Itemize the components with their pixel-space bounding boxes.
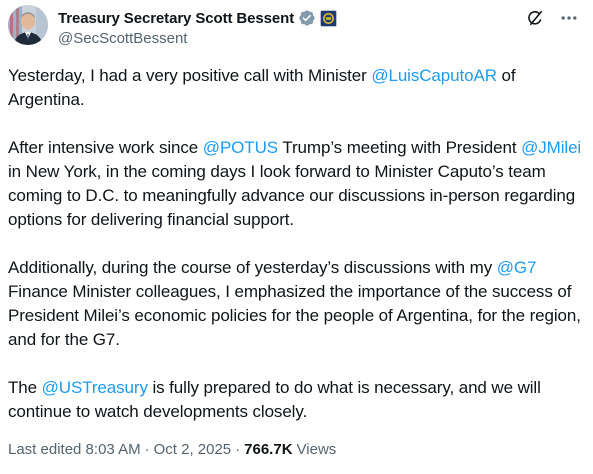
verified-badge-icon[interactable] <box>298 9 316 27</box>
grok-icon[interactable] <box>525 8 545 28</box>
tweet-metadata: Last edited 8:03 AM · Oct 2, 2025 · 766.… <box>8 441 336 458</box>
tweet-text-segment: After intensive work since <box>8 138 203 157</box>
author-name-row: Treasury Secretary Scott Bessent <box>58 8 338 28</box>
tweet-text-segment: Yesterday, I had a very positive call wi… <box>8 66 372 85</box>
views-count: 766.7K <box>244 441 293 458</box>
tweet-text-segment: The <box>8 378 42 397</box>
tweet-paragraph: After intensive work since @POTUS Trump’… <box>8 136 583 232</box>
tweet-paragraph: Additionally, during the course of yeste… <box>8 256 583 352</box>
tweet-text-segment: in New York, in the coming days I look f… <box>8 162 576 229</box>
meta-separator: · <box>235 441 241 458</box>
author-display-name[interactable]: Treasury Secretary Scott Bessent <box>58 10 294 27</box>
avatar-image <box>8 5 48 45</box>
avatar[interactable] <box>8 5 48 45</box>
edited-timestamp[interactable]: Last edited 8:03 AM <box>8 441 141 458</box>
more-options-icon[interactable] <box>559 8 579 28</box>
tweet-text-segment: Finance Minister colleagues, I emphasize… <box>8 282 581 349</box>
tweet-paragraph: Yesterday, I had a very positive call wi… <box>8 64 583 112</box>
meta-separator: · <box>144 441 150 458</box>
author-handle[interactable]: @SecScottBessent <box>58 30 187 47</box>
tweet-text-segment: Additionally, during the course of yeste… <box>8 258 497 277</box>
header-actions <box>525 8 579 28</box>
mention-link[interactable]: @G7 <box>497 258 537 277</box>
views-label: Views <box>296 441 337 458</box>
tweet-paragraph: The @USTreasury is fully prepared to do … <box>8 376 583 424</box>
mention-link[interactable]: @JMilei <box>521 138 581 157</box>
tweet: Treasury Secretary Scott Bessent @SecSco… <box>0 0 593 474</box>
tweet-text: Yesterday, I had a very positive call wi… <box>8 64 583 448</box>
mention-link[interactable]: @POTUS <box>203 138 278 157</box>
us-treasury-seal-icon[interactable] <box>320 9 338 27</box>
post-date[interactable]: Oct 2, 2025 <box>154 441 232 458</box>
tweet-text-segment: Trump’s meeting with President <box>278 138 522 157</box>
mention-link[interactable]: @USTreasury <box>42 378 148 397</box>
mention-link[interactable]: @LuisCaputoAR <box>371 66 497 85</box>
